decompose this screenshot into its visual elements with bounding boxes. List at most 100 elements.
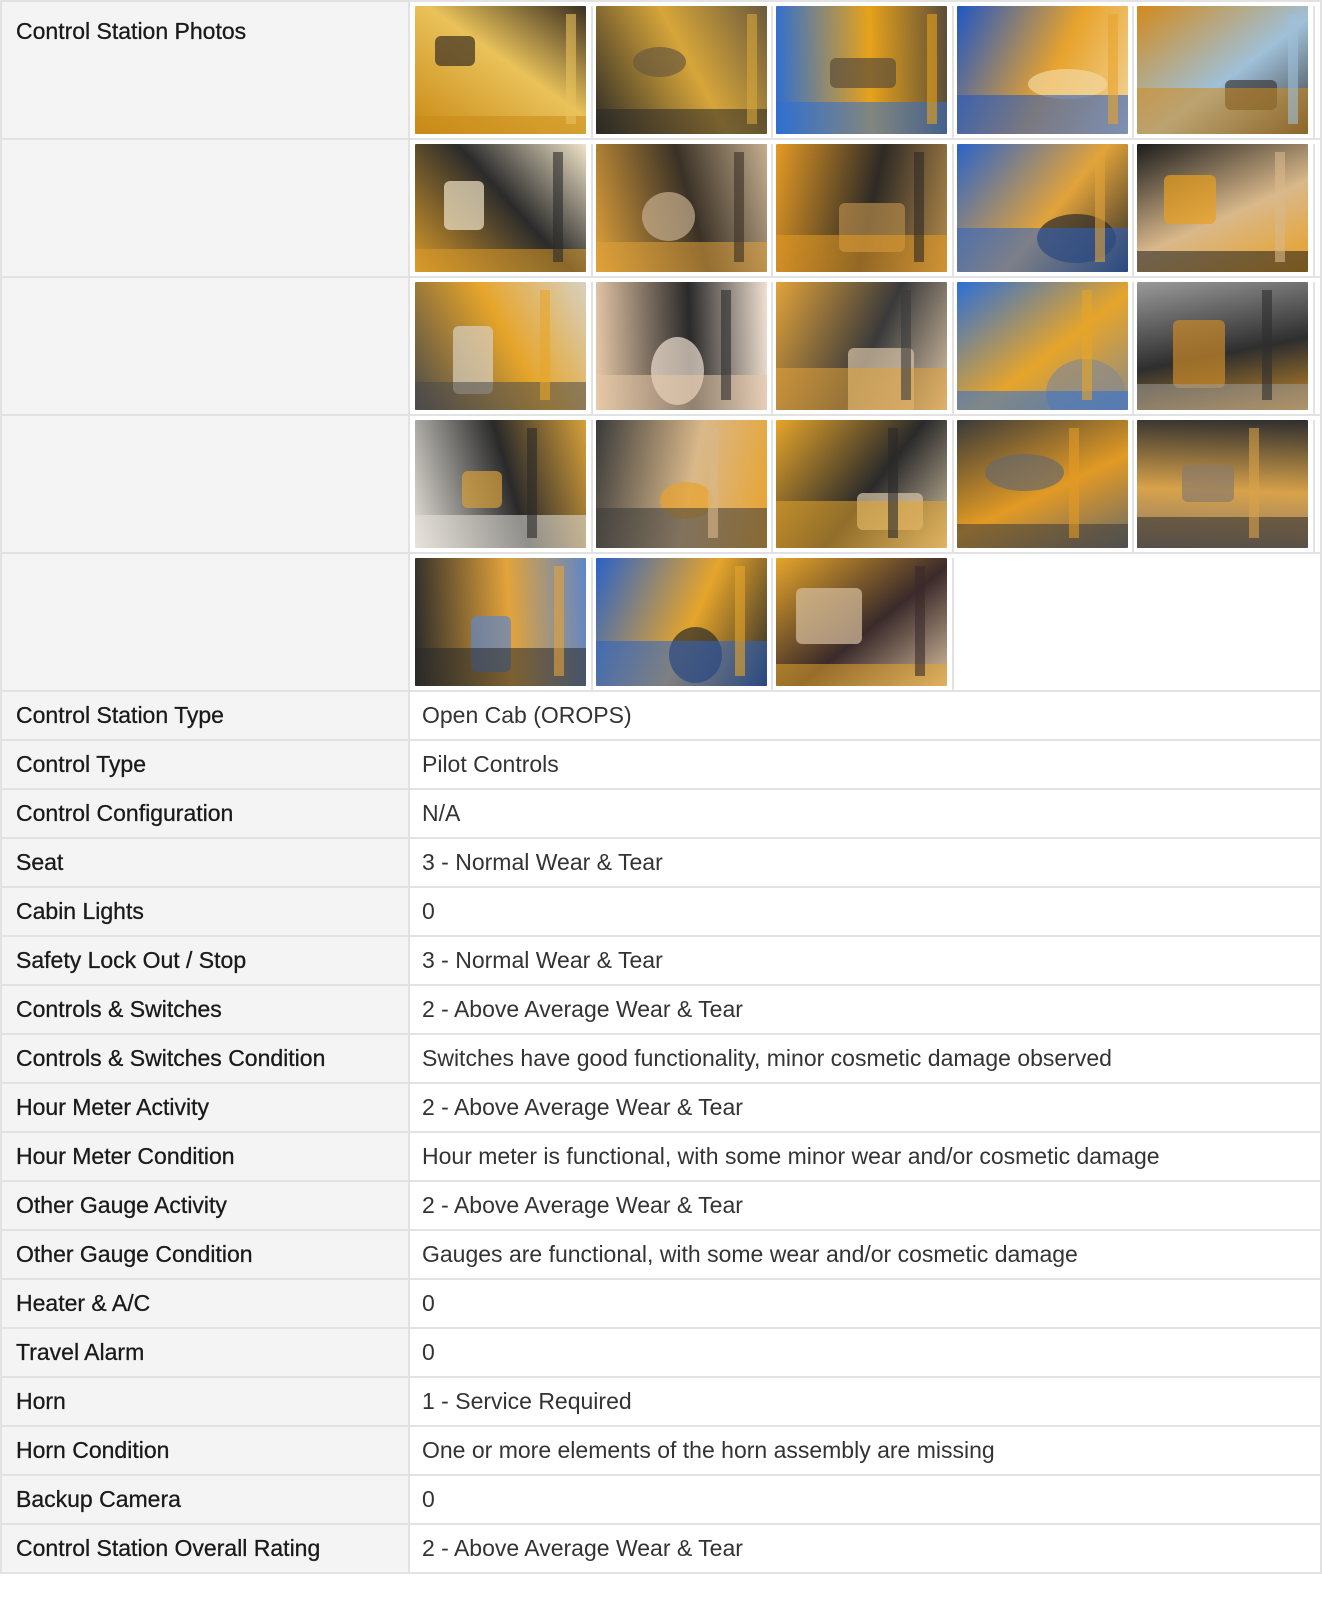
data-row: Control Station Type Open Cab (OROPS)	[0, 690, 1322, 741]
row-value: Switches have good functionality, minor …	[408, 1033, 1322, 1084]
control-panel-photo[interactable]	[1137, 282, 1308, 410]
thumbnail-cell	[593, 144, 773, 276]
photo-shape	[1164, 175, 1216, 224]
row-label: Control Configuration	[0, 788, 410, 839]
seat-photo[interactable]	[956, 420, 1128, 548]
photo-shape	[888, 428, 898, 538]
row-value: 1 - Service Required	[408, 1376, 1322, 1427]
data-row: Control Configuration N/A	[0, 788, 1322, 839]
pedal-photo[interactable]	[595, 144, 767, 272]
photo-shape	[595, 508, 767, 548]
cab-interior-photo[interactable]	[415, 144, 586, 272]
windshield-photo[interactable]	[1137, 6, 1308, 134]
row-label: Hour Meter Condition	[0, 1131, 410, 1182]
seat-side-photo[interactable]	[415, 558, 586, 686]
photo-shape	[415, 382, 586, 410]
photo-shape	[566, 14, 576, 124]
photo-shape	[776, 501, 947, 548]
data-row: Safety Lock Out / Stop 3 - Normal Wear & …	[0, 935, 1322, 986]
photo-shape	[1137, 517, 1308, 548]
row-value: 2 - Above Average Wear & Tear	[408, 1180, 1322, 1231]
photo-shape	[733, 152, 744, 262]
photo-shape	[1137, 384, 1308, 410]
steering-view-photo[interactable]	[956, 144, 1128, 272]
photo-shape	[595, 109, 767, 134]
side-panel-photo[interactable]	[776, 144, 947, 272]
thumbnail-cell	[954, 282, 1134, 414]
row-value: Hour meter is functional, with some mino…	[408, 1131, 1322, 1182]
photo-shape	[462, 471, 502, 508]
warning-label-photo[interactable]	[415, 420, 586, 548]
data-row: Backup Camera 0	[0, 1474, 1322, 1525]
row-label: Hour Meter Activity	[0, 1082, 410, 1133]
photo-shape	[1137, 88, 1308, 134]
photo-shape	[956, 391, 1128, 410]
row-label: Control Station Overall Rating	[0, 1523, 410, 1574]
ignition-key-photo[interactable]	[415, 282, 586, 410]
photo-shape	[1068, 428, 1079, 538]
row-value: 2 - Above Average Wear & Tear	[408, 1523, 1322, 1574]
photo-shape	[830, 58, 896, 88]
photo-shape	[415, 116, 586, 134]
gauge-cluster-photo[interactable]	[776, 420, 947, 548]
photos-cell	[408, 414, 1322, 554]
row-label: Horn	[0, 1376, 410, 1427]
row-label-cell	[0, 138, 410, 278]
photo-shape	[1288, 14, 1298, 124]
data-row: Controls & Switches 2 - Above Average Wea…	[0, 984, 1322, 1035]
empty-cell	[954, 558, 1135, 690]
lever-photo[interactable]	[595, 420, 767, 548]
photo-shape	[927, 14, 937, 124]
row-label: Backup Camera	[0, 1474, 410, 1525]
row-label: Heater & A/C	[0, 1278, 410, 1329]
row-value: 2 - Above Average Wear & Tear	[408, 1082, 1322, 1133]
data-row: Horn Condition One or more elements of th…	[0, 1425, 1322, 1476]
data-row: Cabin Lights 0	[0, 886, 1322, 937]
row-label: Control Type	[0, 739, 410, 790]
photo-shape	[435, 36, 475, 66]
photo-shape	[553, 152, 563, 262]
photo-shape	[1173, 320, 1225, 388]
thumbnail-cell	[412, 6, 593, 138]
photo-row	[0, 276, 1322, 416]
data-row: Seat 3 - Normal Wear & Tear	[0, 837, 1322, 888]
photo-shape	[1094, 152, 1105, 262]
shift-boot-photo[interactable]	[776, 558, 947, 686]
empty-cell	[1134, 558, 1315, 690]
row-value: 0	[408, 1278, 1322, 1329]
photo-row: Control Station Photos	[0, 0, 1322, 140]
cab-exterior-photo[interactable]	[595, 558, 767, 686]
seat-cushion-photo[interactable]	[1137, 420, 1308, 548]
photos-cell	[408, 0, 1322, 140]
warning-decal-photo[interactable]	[956, 282, 1128, 410]
data-row: Other Gauge Condition Gauges are function…	[0, 1229, 1322, 1280]
photo-grid	[412, 558, 1320, 690]
roof-guard-photo[interactable]	[956, 6, 1128, 134]
cab-roof-photo[interactable]	[776, 6, 947, 134]
row-value: Gauges are functional, with some wear an…	[408, 1229, 1322, 1280]
row-label: Controls & Switches	[0, 984, 410, 1035]
photos-cell	[408, 552, 1322, 692]
photo-shape	[734, 566, 745, 676]
footwell-photo[interactable]	[415, 6, 586, 134]
thumbnail-cell	[1134, 6, 1315, 138]
photo-shape	[1081, 290, 1092, 400]
photo-shape	[776, 102, 947, 134]
floor-mat-photo[interactable]	[595, 6, 767, 134]
photo-shape	[1249, 428, 1259, 538]
photo-shape	[956, 524, 1128, 548]
photo-shape	[984, 454, 1064, 491]
joystick-base-photo[interactable]	[595, 282, 767, 410]
photo-row	[0, 552, 1322, 692]
photo-shape	[914, 152, 924, 262]
steering-wheel-photo[interactable]	[1137, 144, 1308, 272]
photos-label: Control Station Photos	[16, 18, 247, 44]
row-value: 0	[408, 1327, 1322, 1378]
row-label: Safety Lock Out / Stop	[0, 935, 410, 986]
data-row: Heater & A/C 0	[0, 1278, 1322, 1329]
photo-row	[0, 138, 1322, 278]
joystick-photo[interactable]	[776, 282, 947, 410]
thumbnail-cell	[773, 420, 954, 552]
thumbnail-cell	[412, 420, 593, 552]
row-label: Controls & Switches Condition	[0, 1033, 410, 1084]
